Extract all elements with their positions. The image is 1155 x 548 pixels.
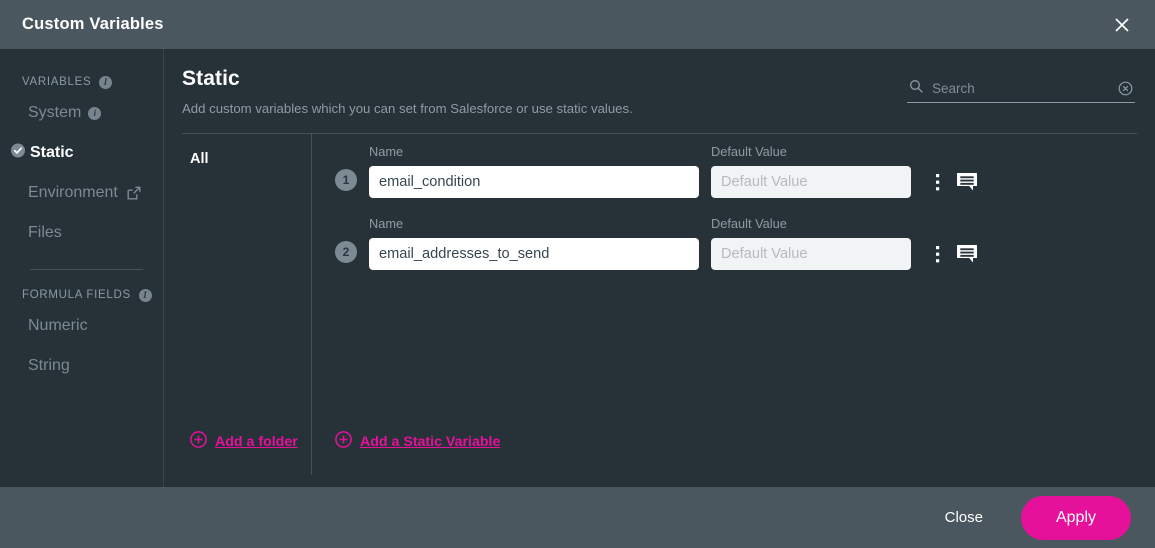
default-value-label: Default Value <box>711 216 911 231</box>
page-subtitle: Add custom variables which you can set f… <box>182 101 633 116</box>
sidebar-item-label: Numeric <box>28 317 88 335</box>
content-area: All Add a folder <box>164 134 1155 475</box>
custom-variables-dialog: Custom Variables VARIABLES i System i <box>0 0 1155 548</box>
comment-icon[interactable] <box>956 244 978 264</box>
sidebar-item-numeric[interactable]: Numeric <box>0 306 163 346</box>
external-link-icon <box>127 186 141 200</box>
folders-column: All Add a folder <box>182 134 312 475</box>
kebab-menu-icon[interactable] <box>935 245 940 264</box>
main-panel: Static Add custom variables which you ca… <box>164 49 1155 487</box>
sidebar-item-label: System <box>28 104 81 122</box>
name-label: Name <box>369 216 699 231</box>
sidebar-item-label: Files <box>28 224 62 242</box>
folders-footer: Add a folder <box>182 431 311 475</box>
name-label: Name <box>369 144 699 159</box>
page-title: Static <box>182 67 633 90</box>
row-actions <box>935 244 978 264</box>
sidebar-group-variables-label: VARIABLES <box>22 76 91 88</box>
dialog-body: VARIABLES i System i Static Environment <box>0 49 1155 487</box>
dialog-titlebar: Custom Variables <box>0 0 1155 49</box>
info-icon[interactable]: i <box>139 289 152 302</box>
sidebar-group-variables: VARIABLES i <box>0 71 163 93</box>
add-folder-label: Add a folder <box>215 434 298 450</box>
variable-default-value-field: Default Value <box>711 144 911 198</box>
folders-spacer <box>182 167 311 431</box>
add-static-variable-label: Add a Static Variable <box>360 434 500 450</box>
variables-footer: Add a Static Variable <box>335 431 1137 475</box>
variable-name-input[interactable] <box>369 238 699 270</box>
variable-default-value-field: Default Value <box>711 216 911 270</box>
row-index-badge: 2 <box>335 241 357 263</box>
sidebar-item-string[interactable]: String <box>0 346 163 386</box>
info-icon[interactable]: i <box>99 76 112 89</box>
sidebar-group-formula-fields-label: FORMULA FIELDS <box>22 289 131 301</box>
sidebar-item-files[interactable]: Files <box>0 213 163 253</box>
comment-icon[interactable] <box>956 172 978 192</box>
sidebar-item-environment[interactable]: Environment <box>0 173 163 213</box>
variable-name-field: Name <box>369 216 699 270</box>
clear-circle-icon[interactable] <box>1118 81 1133 96</box>
row-actions <box>935 172 978 192</box>
sidebar: VARIABLES i System i Static Environment <box>0 49 164 487</box>
add-static-variable-button[interactable]: Add a Static Variable <box>335 431 500 452</box>
plus-circle-icon <box>335 431 352 452</box>
variables-column: 1 Name Default Value <box>312 134 1137 475</box>
sidebar-item-static[interactable]: Static <box>0 133 163 173</box>
plus-circle-icon <box>190 431 207 452</box>
main-header-text: Static Add custom variables which you ca… <box>182 67 633 116</box>
search-bar[interactable] <box>907 79 1135 103</box>
search-input[interactable] <box>932 81 1109 96</box>
folder-item-all[interactable]: All <box>182 151 311 167</box>
search-icon <box>909 79 923 98</box>
sidebar-item-label: Environment <box>28 184 118 202</box>
variable-name-field: Name <box>369 144 699 198</box>
info-icon[interactable]: i <box>88 107 101 120</box>
variable-name-input[interactable] <box>369 166 699 198</box>
sidebar-item-label: Static <box>30 144 74 162</box>
variable-row: 1 Name Default Value <box>335 144 1137 198</box>
close-button[interactable]: Close <box>931 501 997 534</box>
row-index-badge: 1 <box>335 169 357 191</box>
sidebar-divider <box>30 269 143 270</box>
dialog-title: Custom Variables <box>22 15 164 34</box>
sidebar-group-formula-fields: FORMULA FIELDS i <box>0 284 163 306</box>
default-value-label: Default Value <box>711 144 911 159</box>
dialog-footer: Close Apply <box>0 487 1155 548</box>
variable-default-value-input[interactable] <box>711 238 911 270</box>
variables-spacer <box>335 288 1137 431</box>
sidebar-item-label: String <box>28 357 70 375</box>
variable-row: 2 Name Default Value <box>335 216 1137 270</box>
sidebar-item-system[interactable]: System i <box>0 93 163 133</box>
add-folder-button[interactable]: Add a folder <box>182 431 298 452</box>
variable-default-value-input[interactable] <box>711 166 911 198</box>
kebab-menu-icon[interactable] <box>935 173 940 192</box>
main-header: Static Add custom variables which you ca… <box>164 49 1155 116</box>
close-icon[interactable] <box>1105 8 1139 42</box>
apply-button[interactable]: Apply <box>1021 496 1131 540</box>
check-circle-icon <box>11 144 25 163</box>
